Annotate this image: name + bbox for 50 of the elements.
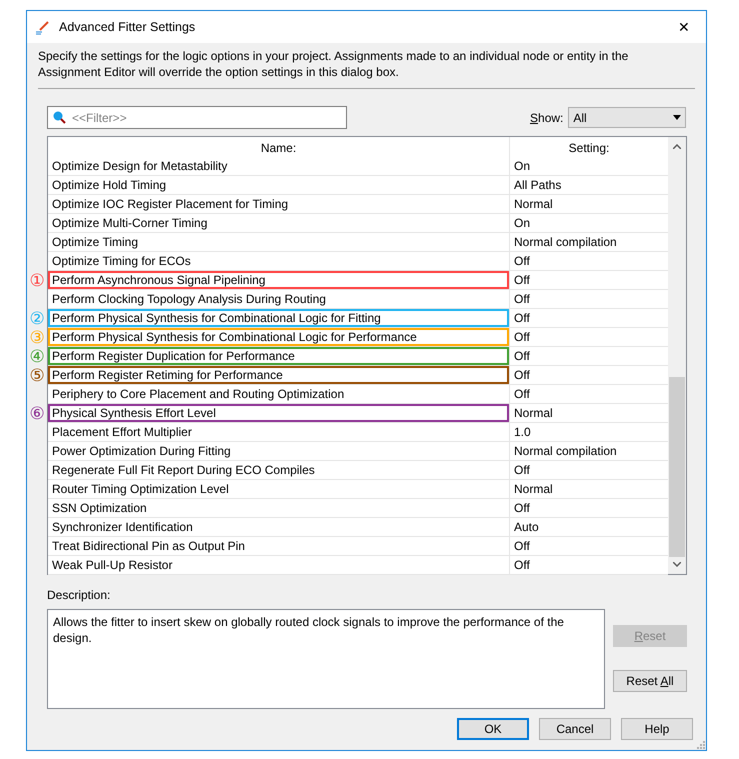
description-box: Allows the fitter to insert skew on globally routed clock signals to improve the performance of the design. <box>47 609 605 709</box>
name-cell: Weak Pull-Up Resistor <box>48 556 510 575</box>
callout-number: ③ <box>28 328 46 347</box>
pencil-icon <box>35 19 51 35</box>
name-cell: Perform Clocking Topology Analysis During Routing <box>48 290 510 309</box>
column-header[interactable]: Setting: <box>510 137 668 157</box>
name-cell: Perform Physical Synthesis for Combinational Logic for Performance <box>48 328 510 347</box>
name-cell: Perform Register Retiming for Performance <box>48 366 510 385</box>
callout-number: ⑤ <box>28 366 46 385</box>
name-cell: Perform Asynchronous Signal Pipelining <box>48 271 510 290</box>
reset-all-button[interactable]: Reset All <box>613 670 687 692</box>
window-title: Advanced Fitter Settings <box>59 18 196 36</box>
dialog-button[interactable]: Cancel <box>539 718 611 740</box>
resize-grip-icon[interactable] <box>697 741 705 749</box>
name-cell: Physical Synthesis Effort Level <box>48 404 510 423</box>
show-dropdown[interactable]: All <box>568 107 686 128</box>
search-icon <box>52 110 66 124</box>
callout-number: ⑥ <box>28 404 46 423</box>
intro-text: Specify the settings for the logic options in your project. Assignments made to an individual node or entity in the Assignment Editor will override the option settings in this dialog box. <box>38 48 630 80</box>
name-cell: Power Optimization During Fitting <box>48 442 510 461</box>
name-cell: Optimize IOC Register Placement for Timing <box>48 195 510 214</box>
name-cell: Synchronizer Identification <box>48 518 510 537</box>
name-cell: Periphery to Core Placement and Routing Optimization <box>48 385 510 404</box>
scroll-down-icon <box>673 562 681 567</box>
name-cell: Optimize Multi-Corner Timing <box>48 214 510 233</box>
description-label: Description: <box>47 587 112 604</box>
filter-field[interactable]: <<Filter>> <box>47 106 347 129</box>
name-cell: Optimize Hold Timing <box>48 176 510 195</box>
scrollbar-thumb[interactable] <box>669 377 685 557</box>
dropdown-arrow-icon <box>673 115 682 120</box>
name-cell: Optimize Design for Metastability <box>48 157 510 176</box>
scrollbar[interactable] <box>668 137 686 574</box>
callout-number: ① <box>28 271 46 290</box>
name-cell: SSN Optimization <box>48 499 510 518</box>
dialog-button[interactable]: Help <box>621 718 693 740</box>
scroll-up-icon <box>673 144 681 149</box>
name-cell: Treat Bidirectional Pin as Output Pin <box>48 537 510 556</box>
name-cell: Optimize Timing <box>48 233 510 252</box>
dialog-button[interactable]: OK <box>457 718 529 740</box>
show-label: Show: <box>530 110 564 126</box>
name-cell: Optimize Timing for ECOs <box>48 252 510 271</box>
name-cell: Perform Physical Synthesis for Combinational Logic for Fitting <box>48 309 510 328</box>
name-cell: Placement Effort Multiplier <box>48 423 510 442</box>
callout-number: ④ <box>28 347 46 366</box>
name-cell: Router Timing Optimization Level <box>48 480 510 499</box>
callout-number: ② <box>28 309 46 328</box>
name-cell: Perform Register Duplication for Performance <box>48 347 510 366</box>
close-button[interactable]: ✕ <box>662 12 706 42</box>
name-cell: Regenerate Full Fit Report During ECO Compiles <box>48 461 510 480</box>
column-header[interactable]: Name: <box>48 137 510 157</box>
